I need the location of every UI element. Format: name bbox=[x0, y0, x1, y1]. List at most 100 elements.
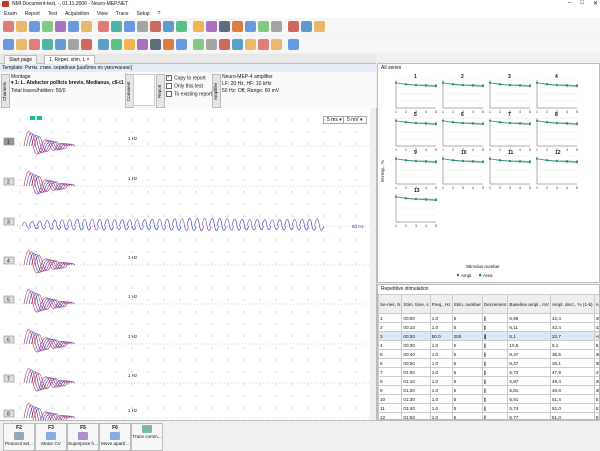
maximize-button[interactable]: □ bbox=[580, 0, 584, 7]
toolbar-tool-icon[interactable] bbox=[206, 21, 217, 32]
toolbar-tool-icon[interactable] bbox=[258, 21, 269, 32]
toolbar-tool-icon[interactable] bbox=[232, 21, 243, 32]
comment-box[interactable] bbox=[133, 74, 155, 106]
menu-report[interactable]: Report bbox=[25, 11, 40, 17]
vertical-scrollbar[interactable] bbox=[370, 108, 376, 420]
trace-row[interactable]: 51 Hz bbox=[4, 290, 376, 313]
column-header[interactable]: Baseline ampl., mV bbox=[508, 295, 551, 314]
column-header[interactable]: Ampl. decr., % (1-last) bbox=[594, 295, 600, 314]
toolbar-tool-icon[interactable] bbox=[193, 39, 204, 50]
toolbar-tool-icon[interactable] bbox=[314, 21, 325, 32]
toolbar-tool-icon[interactable] bbox=[98, 21, 109, 32]
toolbar-tool-icon[interactable] bbox=[176, 39, 187, 50]
toolbar-tool-icon[interactable] bbox=[111, 39, 122, 50]
toolbar-tool-icon[interactable] bbox=[163, 21, 174, 32]
repetitive-stimulation-table[interactable]: Se-ries, NStim. time, sFreq., HzStim. nu… bbox=[378, 294, 600, 420]
menu-test[interactable]: Test bbox=[48, 11, 57, 17]
traces-view[interactable]: 5 ms ▾ 5 mV ▾ 11 Hz21 Hz350 Hz41 Hz51 Hz… bbox=[0, 108, 377, 420]
toolbar-tool-icon[interactable] bbox=[81, 21, 92, 32]
trace-row[interactable]: 350 Hz bbox=[4, 218, 376, 231]
toolbar-tool-icon[interactable] bbox=[16, 21, 27, 32]
only-this-test-checkbox[interactable]: Only this test bbox=[166, 83, 203, 89]
toolbar-tool-icon[interactable] bbox=[219, 39, 230, 50]
toolbar-tool-icon[interactable] bbox=[124, 21, 135, 32]
table-row[interactable]: 500:401.05|||||8,3736,536,521,635,235,23… bbox=[379, 350, 600, 359]
close-icon[interactable]: × bbox=[87, 57, 90, 63]
toolbar-tool-icon[interactable] bbox=[150, 21, 161, 32]
trace-row[interactable]: 41 Hz bbox=[4, 251, 376, 274]
menu-acquisition[interactable]: Acquisition bbox=[65, 11, 89, 17]
toolbar-tool-icon[interactable] bbox=[29, 21, 40, 32]
toolbar-tool-icon[interactable] bbox=[68, 39, 79, 50]
table-row[interactable]: 100:001.05|||||6,9842,445,116,441,641,63… bbox=[379, 314, 600, 323]
column-header[interactable]: Decrement bbox=[482, 295, 507, 314]
toolbar-tool-icon[interactable] bbox=[206, 39, 217, 50]
column-header[interactable]: Se-ries, N bbox=[379, 295, 402, 314]
toolbar-tool-icon[interactable] bbox=[3, 21, 14, 32]
close-button[interactable]: ✕ bbox=[593, 0, 598, 7]
menu-exam[interactable]: Exam bbox=[4, 11, 17, 17]
fkey-button-4[interactable]: Trace comm... bbox=[131, 423, 163, 451]
column-header[interactable]: Ampl. decr., % (1-5) bbox=[550, 295, 594, 314]
trace-row[interactable]: 11 Hz bbox=[4, 132, 376, 155]
table-row[interactable]: 600:501.05|||||8,4738,138,122,236,836,83… bbox=[379, 359, 600, 368]
toolbar-tool-icon[interactable] bbox=[42, 21, 53, 32]
toolbar-tool-icon[interactable] bbox=[245, 39, 256, 50]
to-existing-report-checkbox[interactable]: To existing report bbox=[166, 91, 212, 97]
toolbar-tool-icon[interactable] bbox=[68, 21, 79, 32]
table-row[interactable]: 701:001.05|||||6,7347,947,917,244,844,83… bbox=[379, 368, 600, 377]
tab-start-page[interactable]: Start page bbox=[4, 55, 37, 64]
menu-trace[interactable]: Trace bbox=[116, 11, 129, 17]
trace-row[interactable]: 61 Hz bbox=[4, 330, 376, 353]
toolbar-tool-icon[interactable] bbox=[150, 39, 161, 50]
toolbar-tool-icon[interactable] bbox=[55, 21, 66, 32]
cursor-marker[interactable] bbox=[37, 116, 42, 120]
toolbar-tool-icon[interactable] bbox=[288, 21, 299, 32]
toolbar-tool-icon[interactable] bbox=[81, 39, 92, 50]
menu-help[interactable]: ? bbox=[158, 11, 161, 17]
copy-to-report-checkbox[interactable]: Copy to report bbox=[166, 75, 206, 81]
amplifier-tab[interactable]: Amplifier bbox=[212, 74, 221, 108]
table-row[interactable]: 1001:301.05|||||5,8151,451,416,047,647,6… bbox=[379, 395, 600, 404]
toolbar-tool-icon[interactable] bbox=[137, 39, 148, 50]
table-row[interactable]: 200:101.05|||||6,1142,442,415,843,543,53… bbox=[379, 323, 600, 332]
fkey-button-0[interactable]: F2Protocol set... bbox=[3, 423, 35, 451]
toolbar-tool-icon[interactable] bbox=[219, 21, 230, 32]
fkey-button-2[interactable]: F5Superpose h... bbox=[67, 423, 99, 451]
trace-row[interactable]: 71 Hz bbox=[4, 369, 376, 392]
toolbar-tool-icon[interactable] bbox=[232, 39, 243, 50]
toolbar-tool-icon[interactable] bbox=[29, 39, 40, 50]
menu-view[interactable]: View bbox=[97, 11, 108, 17]
toolbar-tool-icon[interactable] bbox=[137, 21, 148, 32]
toolbar-tool-icon[interactable] bbox=[163, 39, 174, 50]
column-header[interactable]: Freq., Hz bbox=[430, 295, 452, 314]
fkey-button-3[interactable]: F6Move apart/... bbox=[99, 423, 131, 451]
trace-row[interactable]: 21 Hz bbox=[4, 172, 376, 195]
minimize-button[interactable]: – bbox=[568, 0, 571, 7]
column-header[interactable]: Stim. number bbox=[452, 295, 482, 314]
column-header[interactable]: Stim. time, s bbox=[402, 295, 430, 314]
toolbar-tool-icon[interactable] bbox=[55, 39, 66, 50]
toolbar-tool-icon[interactable] bbox=[288, 39, 299, 50]
cursor-marker[interactable] bbox=[30, 116, 35, 120]
table-row[interactable]: 400:301.05|||||10,58,18,122,02,52,5300,1 bbox=[379, 341, 600, 350]
toolbar-tool-icon[interactable] bbox=[42, 39, 53, 50]
report-tab[interactable]: Report bbox=[156, 74, 165, 108]
toolbar-tool-icon[interactable] bbox=[245, 21, 256, 32]
toolbar-tool-icon[interactable] bbox=[271, 39, 282, 50]
toolbar-tool-icon[interactable] bbox=[111, 21, 122, 32]
toolbar-tool-icon[interactable] bbox=[258, 39, 269, 50]
channels-tab[interactable]: Channels bbox=[1, 74, 10, 108]
toolbar-tool-icon[interactable] bbox=[16, 39, 27, 50]
tab-repet-stim[interactable]: 1. Repet. stim. L × bbox=[44, 55, 95, 64]
fkey-button-1[interactable]: F3Motor CV bbox=[35, 423, 67, 451]
toolbar-tool-icon[interactable] bbox=[271, 21, 282, 32]
toolbar-tool-icon[interactable] bbox=[193, 21, 204, 32]
table-row[interactable]: 901:201.05|||||5,8148,848,816,148,048,03… bbox=[379, 386, 600, 395]
toolbar-tool-icon[interactable] bbox=[124, 39, 135, 50]
table-row[interactable]: 1201:501.05|||||5,7751,051,016,048,048,0… bbox=[379, 413, 600, 421]
menu-setup[interactable]: Setup bbox=[137, 11, 150, 17]
table-row[interactable]: 1101:401.05|||||5,7451,051,016,147,747,7… bbox=[379, 404, 600, 413]
toolbar-tool-icon[interactable] bbox=[98, 39, 109, 50]
table-row[interactable]: 801:101.05|||||5,9749,449,416,348,248,23… bbox=[379, 377, 600, 386]
